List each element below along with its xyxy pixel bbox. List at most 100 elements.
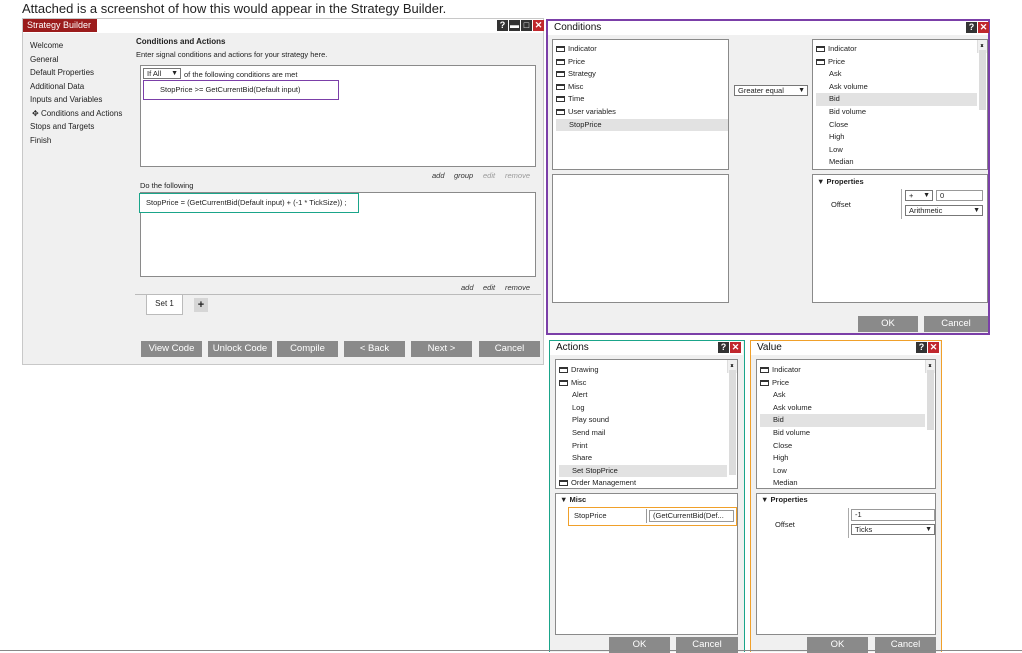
if-all-select[interactable]: If All ▼: [143, 68, 181, 79]
tab-set-1[interactable]: Set 1: [146, 295, 183, 315]
tree-item-indicator[interactable]: Indicator: [760, 364, 935, 377]
close-icon[interactable]: ✕: [978, 22, 989, 33]
tree-item-bid[interactable]: Bid: [760, 414, 925, 427]
collapse-icon[interactable]: ▼: [560, 495, 567, 504]
unlock-code-button[interactable]: Unlock Code: [208, 341, 272, 357]
compile-button[interactable]: Compile: [277, 341, 338, 357]
tree-item-misc[interactable]: Misc: [556, 81, 728, 94]
add-set-button[interactable]: +: [194, 298, 208, 312]
act-remove-link[interactable]: remove: [505, 283, 530, 292]
tree-item-close[interactable]: Close: [760, 440, 935, 453]
scroll-thumb[interactable]: [927, 370, 934, 430]
tree-item-median[interactable]: Median: [760, 477, 935, 488]
actions-box[interactable]: StopPrice = (GetCurrentBid(Default input…: [139, 192, 536, 277]
tree-item-strategy[interactable]: Strategy: [556, 68, 728, 81]
help-icon[interactable]: ?: [916, 342, 927, 353]
value-tree[interactable]: Indicator Price Ask Ask volume Bid Bid v…: [756, 359, 936, 489]
tree-item-ask-volume[interactable]: Ask volume: [816, 81, 987, 94]
tree-item-ask[interactable]: Ask: [816, 68, 987, 81]
tree-item-close[interactable]: Close: [816, 119, 987, 132]
scroll-down-icon[interactable]: ▼: [926, 360, 934, 373]
tree-item-set-stopprice[interactable]: Set StopPrice: [559, 464, 727, 478]
scroll-down-icon[interactable]: ▼: [978, 40, 986, 53]
tree-item-high[interactable]: High: [816, 131, 987, 144]
offset-sign-select[interactable]: + ▼: [905, 190, 933, 201]
tree-item-bid-volume[interactable]: Bid volume: [816, 106, 987, 119]
tree-item-indicator[interactable]: Indicator: [556, 43, 728, 56]
close-icon[interactable]: ✕: [730, 342, 741, 353]
tree-scrollbar[interactable]: ▲ ▼: [727, 360, 737, 475]
tree-item-misc[interactable]: Misc: [559, 377, 737, 390]
tree-item-price[interactable]: Price: [816, 56, 987, 69]
maximize-icon[interactable]: □: [521, 20, 532, 31]
operator-select[interactable]: Greater equal ▼: [734, 85, 808, 96]
help-icon[interactable]: ?: [497, 20, 508, 31]
tree-item-price[interactable]: Price: [556, 56, 728, 69]
collapse-icon[interactable]: ▼: [817, 177, 824, 186]
condition-row[interactable]: StopPrice >= GetCurrentBid(Default input…: [143, 80, 339, 100]
cond-edit-link[interactable]: edit: [483, 171, 495, 180]
tree-item-play-sound[interactable]: Play sound: [559, 414, 737, 427]
tree-item-ask[interactable]: Ask: [760, 389, 935, 402]
stopprice-value-field[interactable]: (GetCurrentBid(Def...: [649, 510, 734, 522]
tree-scrollbar[interactable]: ▲ ▼: [977, 40, 987, 110]
tree-item-high[interactable]: High: [760, 452, 935, 465]
close-icon[interactable]: ✕: [533, 20, 544, 31]
conditions-cancel-button[interactable]: Cancel: [924, 316, 988, 332]
tree-item-low[interactable]: Low: [816, 144, 987, 157]
offset-value-field[interactable]: -1: [851, 509, 935, 521]
scroll-thumb[interactable]: [729, 370, 736, 475]
nav-item-additional-data[interactable]: Additional Data: [30, 80, 135, 94]
nav-item-default-properties[interactable]: Default Properties: [30, 66, 135, 80]
tree-item-bid[interactable]: Bid: [816, 93, 977, 106]
tree-item-log[interactable]: Log: [559, 402, 737, 415]
offset-type-select[interactable]: Ticks ▼: [851, 524, 935, 535]
offset-type-select[interactable]: Arithmetic ▼: [905, 205, 983, 216]
help-icon[interactable]: ?: [966, 22, 977, 33]
tree-item-median[interactable]: Median: [816, 156, 987, 169]
nav-item-inputs-variables[interactable]: Inputs and Variables: [30, 93, 135, 107]
stopprice-property-row[interactable]: StopPrice (GetCurrentBid(Def...: [568, 507, 737, 526]
tree-item-price[interactable]: Price: [760, 377, 935, 390]
nav-item-finish[interactable]: Finish: [30, 134, 135, 148]
close-icon[interactable]: ✕: [928, 342, 939, 353]
cond-add-link[interactable]: add: [432, 171, 445, 180]
condition-right-tree[interactable]: Indicator Price Ask Ask volume Bid Bid v…: [812, 39, 988, 170]
tree-item-bid-volume[interactable]: Bid volume: [760, 427, 935, 440]
tree-item-ask-volume[interactable]: Ask volume: [760, 402, 935, 415]
view-code-button[interactable]: View Code: [141, 341, 202, 357]
tree-scrollbar[interactable]: ▲ ▼: [925, 360, 935, 430]
nav-item-conditions-actions[interactable]: ✥ Conditions and Actions: [30, 107, 135, 121]
nav-item-general[interactable]: General: [30, 53, 135, 67]
nav-item-stops-targets[interactable]: Stops and Targets: [30, 120, 135, 134]
tree-item-send-mail[interactable]: Send mail: [559, 427, 737, 440]
tree-item-indicator[interactable]: Indicator: [816, 43, 987, 56]
tree-item-share[interactable]: Share: [559, 452, 737, 465]
tree-item-drawing[interactable]: Drawing: [559, 364, 737, 377]
tree-item-order-management[interactable]: Order Management: [559, 477, 737, 488]
tree-item-print[interactable]: Print: [559, 440, 737, 453]
offset-value-field[interactable]: 0: [936, 190, 983, 201]
help-icon[interactable]: ?: [718, 342, 729, 353]
tree-item-alert[interactable]: Alert: [559, 389, 737, 402]
tree-item-low[interactable]: Low: [760, 465, 935, 478]
scroll-thumb[interactable]: [979, 50, 986, 110]
conditions-ok-button[interactable]: OK: [858, 316, 918, 332]
nav-item-welcome[interactable]: Welcome: [30, 39, 135, 53]
actions-tree[interactable]: Drawing Misc Alert Log Play sound Send m…: [555, 359, 738, 489]
action-row[interactable]: StopPrice = (GetCurrentBid(Default input…: [139, 193, 359, 213]
cancel-button[interactable]: Cancel: [479, 341, 540, 357]
minimize-icon[interactable]: ▬: [509, 20, 520, 31]
cond-group-link[interactable]: group: [454, 171, 473, 180]
condition-left-tree[interactable]: Indicator Price Strategy Misc Time User …: [552, 39, 729, 170]
act-add-link[interactable]: add: [461, 283, 474, 292]
act-edit-link[interactable]: edit: [483, 283, 495, 292]
collapse-icon[interactable]: ▼: [761, 495, 768, 504]
next-button[interactable]: Next >: [411, 341, 472, 357]
back-button[interactable]: < Back: [344, 341, 405, 357]
tree-item-stopprice[interactable]: StopPrice: [556, 118, 728, 132]
tree-item-user-variables[interactable]: User variables: [556, 106, 728, 119]
tree-item-time[interactable]: Time: [556, 93, 728, 106]
cond-remove-link[interactable]: remove: [505, 171, 530, 180]
scroll-down-icon[interactable]: ▼: [728, 360, 736, 373]
